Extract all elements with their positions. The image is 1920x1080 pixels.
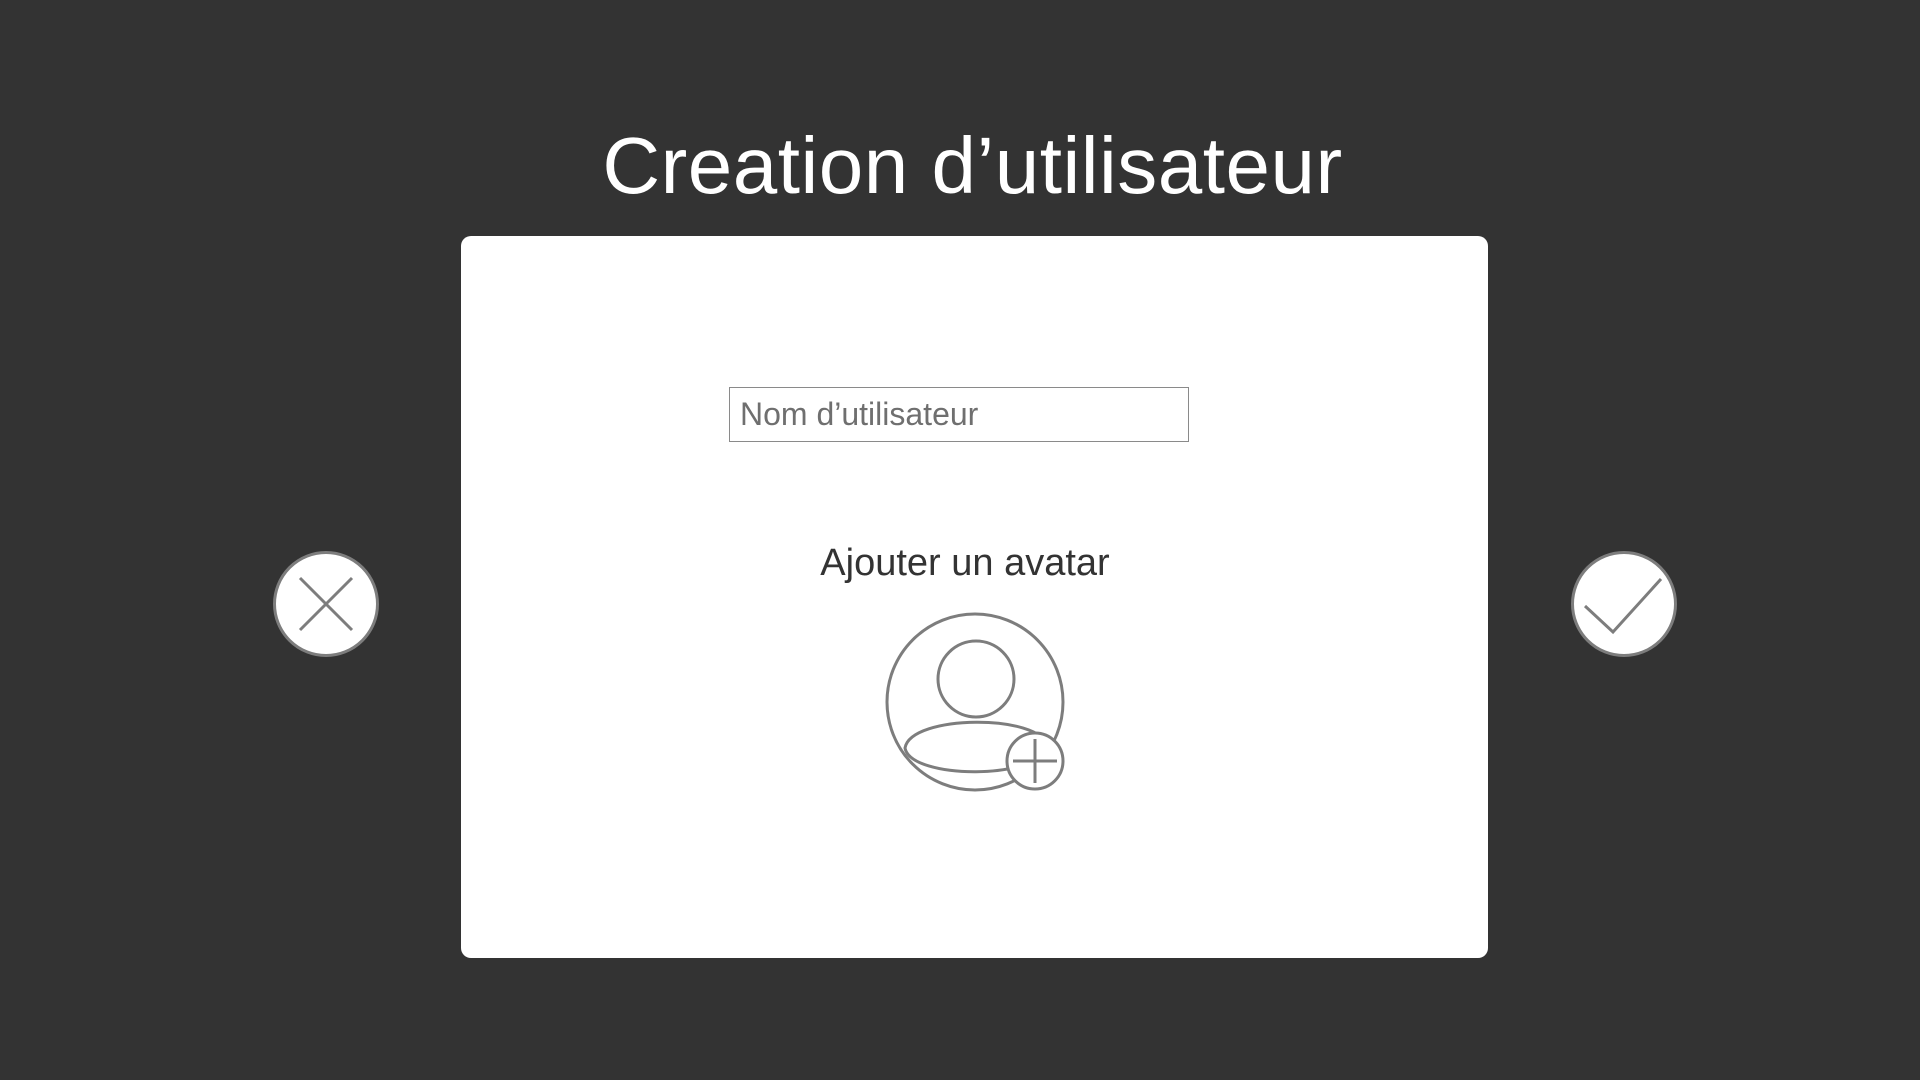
add-avatar-button[interactable] <box>881 608 1069 796</box>
cancel-button[interactable] <box>273 551 379 657</box>
checkmark-icon <box>1583 577 1663 635</box>
confirm-button[interactable] <box>1571 551 1677 657</box>
add-avatar-icon <box>885 612 1065 792</box>
page-title: Creation d’utilisateur <box>602 121 1343 210</box>
close-icon <box>298 576 354 632</box>
user-creation-screen: Creation d’utilisateur Ajouter un avatar <box>0 0 1920 1080</box>
username-input[interactable] <box>729 387 1189 442</box>
user-form-card <box>461 236 1488 958</box>
add-avatar-label: Ajouter un avatar <box>820 542 1110 584</box>
